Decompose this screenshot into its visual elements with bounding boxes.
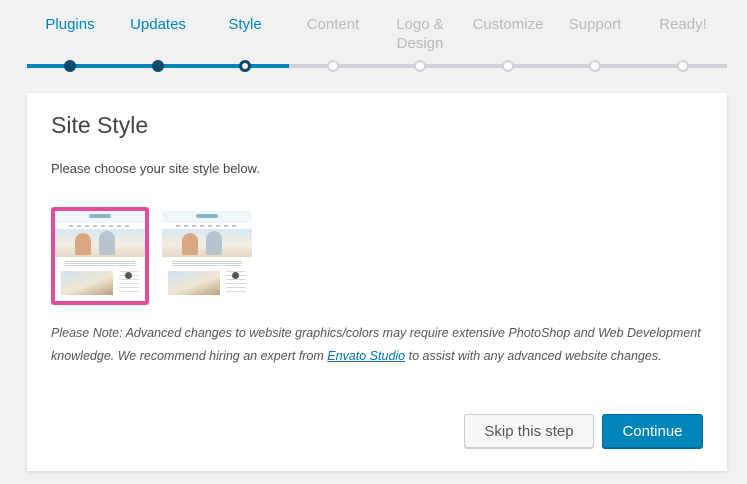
step-support: Support (568, 16, 622, 33)
step-dot-plugins (64, 60, 76, 72)
step-ready: Ready! (659, 16, 707, 33)
step-style[interactable]: Style (200, 15, 290, 34)
style-option-2[interactable] (158, 207, 256, 305)
step-customize: Customize (472, 16, 544, 33)
skip-step-button[interactable]: Skip this step (464, 414, 594, 448)
page-title: Site Style (51, 112, 149, 138)
step-dot-support (589, 60, 601, 72)
step-dot-customize (502, 60, 514, 72)
note-text-end: to assist with any advanced website chan… (405, 349, 662, 363)
intro-text: Please choose your site style below. (51, 161, 260, 176)
step-dot-updates (152, 60, 164, 72)
step-dot-style (239, 60, 251, 72)
site-style-panel: Site Style Please choose your site style… (27, 93, 727, 471)
step-logo-design: Logo & Design (396, 16, 444, 52)
style-preview-image (55, 211, 145, 301)
step-content: Content (306, 16, 360, 33)
advanced-changes-note: Please Note: Advanced changes to website… (51, 322, 706, 368)
continue-button[interactable]: Continue (602, 414, 703, 448)
setup-wizard-steps: Plugins Updates Style Content Logo & Des… (0, 0, 747, 80)
step-dot-logo-design (414, 60, 426, 72)
style-option-1[interactable] (51, 207, 149, 305)
step-dot-ready (677, 60, 689, 72)
envato-studio-link[interactable]: Envato Studio (327, 349, 405, 363)
style-preview-image (162, 211, 252, 301)
step-dot-content (327, 60, 339, 72)
step-updates[interactable]: Updates (113, 15, 203, 34)
step-plugins[interactable]: Plugins (25, 15, 115, 34)
